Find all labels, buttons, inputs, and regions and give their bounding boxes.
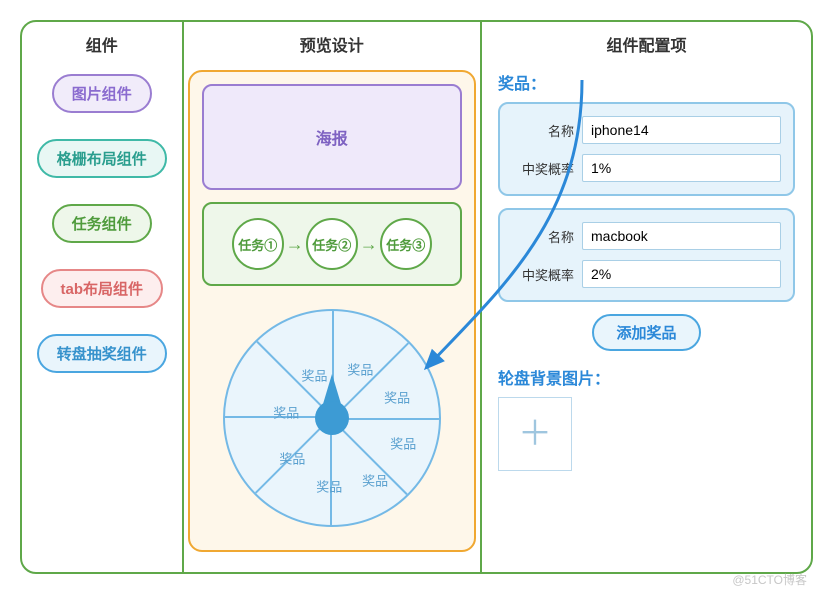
wheel-slice-label: 奖品	[316, 476, 342, 495]
bg-image-label: 轮盘背景图片：	[498, 365, 795, 389]
upload-image-button[interactable]: ＋	[498, 397, 572, 471]
prize-prob-input[interactable]	[582, 260, 781, 288]
component-pill-2[interactable]: 任务组件	[52, 204, 152, 243]
tasks-block[interactable]: 任务① → 任务② → 任务③	[202, 202, 462, 286]
right-column-title: 组件配置项	[482, 22, 811, 70]
wheel-pointer-icon	[323, 374, 341, 404]
prize-name-input[interactable]	[582, 116, 781, 144]
mid-column-title: 预览设计	[184, 22, 480, 70]
watermark: @51CTO博客	[732, 571, 807, 588]
wheel-slice-label: 奖品	[390, 434, 416, 453]
component-pill-1[interactable]: 格栅布局组件	[37, 139, 167, 178]
wheel-slice-label: 奖品	[273, 402, 299, 421]
add-prize-button[interactable]: 添加奖品	[592, 314, 700, 351]
wheel-slice-label: 奖品	[279, 448, 305, 467]
prob-label: 中奖概率	[512, 265, 574, 284]
wheel-hub-icon	[315, 401, 349, 435]
component-pill-3[interactable]: tab布局组件	[41, 269, 164, 308]
wheel-slice-label: 奖品	[362, 470, 388, 489]
left-column-title: 组件	[22, 22, 182, 70]
prob-label: 中奖概率	[512, 159, 574, 178]
prize-prob-input[interactable]	[582, 154, 781, 182]
wheel-slice-label: 奖品	[384, 388, 410, 407]
prize-card: 名称中奖概率	[498, 102, 795, 196]
task-node[interactable]: 任务①	[232, 218, 284, 270]
wheel-slice-label: 奖品	[347, 360, 373, 379]
prize-name-input[interactable]	[582, 222, 781, 250]
prize-card: 名称中奖概率	[498, 208, 795, 302]
name-label: 名称	[512, 227, 574, 246]
task-node[interactable]: 任务②	[306, 218, 358, 270]
prizes-section-label: 奖品：	[498, 70, 795, 94]
arrow-right-icon: →	[286, 234, 304, 255]
name-label: 名称	[512, 121, 574, 140]
preview-canvas: 海报 任务① → 任务② → 任务③ 奖品奖品奖品奖品奖品奖品奖品奖品	[188, 70, 476, 552]
component-pill-4[interactable]: 转盘抽奖组件	[37, 334, 167, 373]
plus-icon: ＋	[518, 417, 552, 451]
task-node[interactable]: 任务③	[380, 218, 432, 270]
arrow-right-icon: →	[360, 234, 378, 255]
component-pill-0[interactable]: 图片组件	[52, 74, 152, 113]
poster-block[interactable]: 海报	[202, 84, 462, 190]
